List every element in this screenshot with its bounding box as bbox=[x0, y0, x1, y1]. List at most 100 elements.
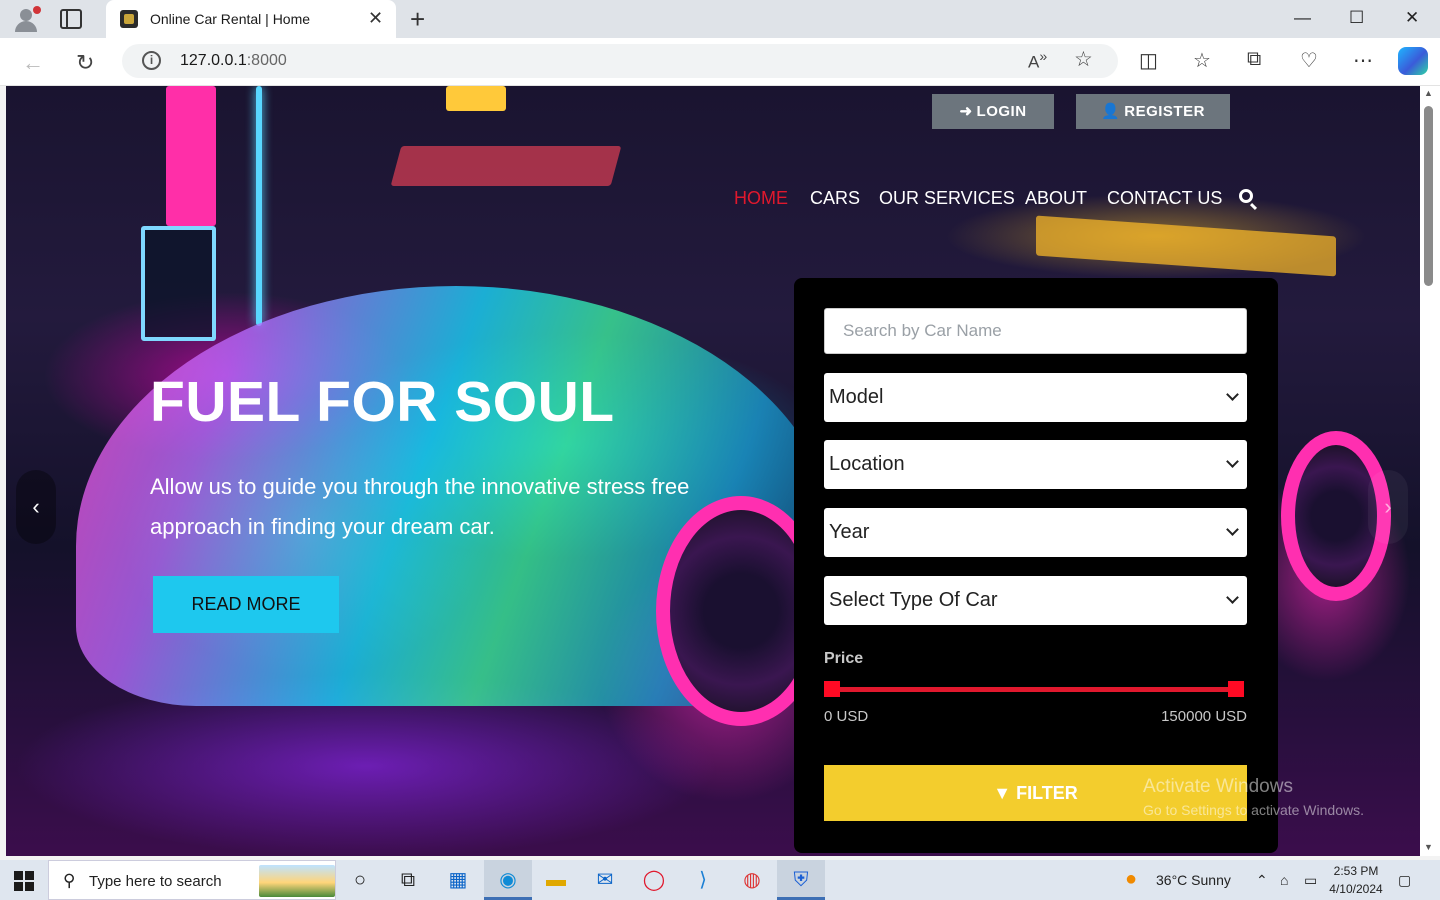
scrollbar-thumb[interactable] bbox=[1424, 106, 1433, 286]
favorite-star-icon[interactable]: ☆ bbox=[1074, 47, 1093, 72]
nav-contact-us[interactable]: CONTACT US bbox=[1107, 188, 1222, 209]
nav-home[interactable]: HOME bbox=[734, 188, 788, 209]
opera-icon[interactable]: ◯ bbox=[630, 860, 678, 900]
close-tab-icon[interactable]: ✕ bbox=[368, 8, 383, 29]
chevron-down-icon bbox=[1226, 523, 1239, 536]
car-type-select-value: Select Type Of Car bbox=[829, 589, 998, 611]
filter-funnel-icon: ▼ bbox=[993, 783, 1012, 803]
weather-sun-icon: ● bbox=[1125, 868, 1138, 890]
price-min-handle[interactable] bbox=[824, 681, 840, 697]
user-plus-icon: 👤 bbox=[1101, 103, 1121, 120]
site-info-icon[interactable]: i bbox=[142, 51, 161, 70]
favorites-icon[interactable]: ☆ bbox=[1193, 48, 1211, 73]
model-select[interactable]: Model bbox=[824, 373, 1247, 422]
taskbar-search-box[interactable]: ⚲ Type here to search bbox=[48, 860, 336, 900]
car-type-select[interactable]: Select Type Of Car bbox=[824, 576, 1247, 625]
search-icon: ⚲ bbox=[63, 871, 76, 890]
copilot-icon[interactable] bbox=[1398, 47, 1428, 75]
display-icon[interactable]: ▭ bbox=[1304, 872, 1317, 889]
show-hidden-icons-chevron-icon[interactable]: ⌃ bbox=[1256, 872, 1268, 889]
url-text[interactable]: 127.0.0.1:8000 bbox=[180, 52, 287, 70]
login-button[interactable]: ➜ LOGIN bbox=[932, 94, 1054, 129]
carousel-next-icon[interactable]: › bbox=[1368, 470, 1408, 544]
price-max-handle[interactable] bbox=[1228, 681, 1244, 697]
activate-windows-watermark: Activate Windows Go to Settings to activ… bbox=[1143, 776, 1364, 818]
price-label: Price bbox=[824, 650, 864, 667]
location-select[interactable]: Location bbox=[824, 440, 1247, 489]
nav-about[interactable]: ABOUT bbox=[1025, 188, 1087, 209]
close-window-button[interactable]: ✕ bbox=[1405, 8, 1419, 28]
page-viewport: ➜ LOGIN 👤 REGISTER HOME CARS OUR SERVICES … bbox=[6, 86, 1420, 856]
nav-cars[interactable]: CARS bbox=[810, 188, 860, 209]
neon-tube-shape bbox=[256, 86, 262, 326]
chevron-down-icon bbox=[1226, 591, 1239, 604]
windows-start-icon[interactable] bbox=[14, 871, 34, 891]
price-min-value: 0 USD bbox=[824, 708, 869, 725]
more-menu-icon[interactable]: ⋯ bbox=[1353, 48, 1373, 73]
search-icon[interactable] bbox=[1239, 189, 1253, 203]
edge-browser-icon[interactable]: ◉ bbox=[484, 860, 532, 900]
network-icon[interactable]: ⌂ bbox=[1280, 872, 1288, 888]
microsoft-store-icon[interactable]: ▦ bbox=[434, 860, 482, 900]
weather-text[interactable]: 36°C Sunny bbox=[1156, 872, 1231, 888]
read-more-button[interactable]: READ MORE bbox=[153, 576, 339, 633]
maximize-button[interactable]: ☐ bbox=[1349, 8, 1364, 28]
carousel-prev-icon[interactable]: ‹ bbox=[16, 470, 56, 544]
chevron-down-icon bbox=[1226, 388, 1239, 401]
browser-tab[interactable]: Online Car Rental | Home ✕ bbox=[106, 0, 396, 38]
browser-essentials-icon[interactable]: ♡ bbox=[1300, 48, 1318, 73]
location-select-value: Location bbox=[829, 453, 905, 475]
sign-in-icon: ➜ bbox=[959, 103, 973, 120]
filter-button-label: FILTER bbox=[1016, 783, 1078, 803]
neon-red-sign-shape bbox=[390, 146, 622, 186]
hero-subtitle: Allow us to guide you through the innova… bbox=[150, 474, 690, 539]
site-favicon-icon bbox=[120, 10, 138, 28]
file-explorer-icon[interactable]: ▬ bbox=[532, 860, 580, 900]
model-select-value: Model bbox=[829, 386, 884, 408]
clock-time: 2:53 PM bbox=[1333, 864, 1379, 878]
new-tab-button[interactable]: + bbox=[410, 4, 425, 35]
car-name-search-input[interactable] bbox=[824, 308, 1247, 354]
taskbar-search-placeholder: Type here to search bbox=[89, 873, 222, 890]
hero-title: FUEL FOR SOUL bbox=[150, 370, 615, 434]
security-shield-icon[interactable]: ⛨ bbox=[777, 860, 825, 900]
chrome-icon[interactable]: ◍ bbox=[728, 860, 776, 900]
page-scrollbar[interactable]: ▲ ▼ bbox=[1420, 86, 1440, 856]
register-label: REGISTER bbox=[1124, 103, 1205, 120]
watermark-line1: Activate Windows bbox=[1143, 776, 1293, 797]
vscode-icon[interactable]: ⟩ bbox=[679, 860, 727, 900]
notifications-icon[interactable]: ▢ bbox=[1398, 872, 1411, 889]
system-clock[interactable]: 2:53 PM 4/10/2024 bbox=[1326, 862, 1386, 898]
windows-taskbar: ⚲ Type here to search ○ ⧉ ▦ ◉ ▬ ✉ ◯ ⟩ ◍ … bbox=[0, 860, 1440, 900]
read-aloud-icon[interactable]: A» bbox=[1028, 49, 1047, 73]
neon-yellow-sign-shape bbox=[446, 86, 506, 111]
minimize-button[interactable]: — bbox=[1294, 8, 1311, 28]
price-range-track[interactable] bbox=[832, 687, 1236, 692]
search-highlight-image bbox=[259, 865, 335, 897]
task-view-icon[interactable]: ⧉ bbox=[384, 860, 432, 900]
tab-title: Online Car Rental | Home bbox=[150, 11, 311, 27]
split-screen-icon[interactable]: ◫ bbox=[1139, 48, 1158, 73]
neon-screen-shape bbox=[141, 226, 216, 341]
refresh-icon[interactable]: ↻ bbox=[76, 50, 94, 76]
cortana-icon[interactable]: ○ bbox=[336, 860, 384, 900]
tab-actions-icon[interactable] bbox=[60, 9, 82, 29]
nav-our-services[interactable]: OUR SERVICES bbox=[879, 188, 1015, 209]
clock-date: 4/10/2024 bbox=[1329, 882, 1383, 896]
profile-icon[interactable] bbox=[12, 6, 41, 32]
year-select[interactable]: Year bbox=[824, 508, 1247, 557]
neon-sign-shape bbox=[166, 86, 216, 226]
scroll-down-icon[interactable]: ▼ bbox=[1424, 842, 1433, 852]
collections-icon[interactable]: ⧉ bbox=[1247, 48, 1261, 71]
login-label: LOGIN bbox=[976, 103, 1027, 120]
watermark-line2: Go to Settings to activate Windows. bbox=[1143, 802, 1364, 818]
mail-icon[interactable]: ✉ bbox=[581, 860, 629, 900]
register-button[interactable]: 👤 REGISTER bbox=[1076, 94, 1230, 129]
address-bar[interactable]: i 127.0.0.1:8000 A» ☆ bbox=[122, 44, 1118, 78]
scroll-up-icon[interactable]: ▲ bbox=[1424, 88, 1433, 98]
chevron-down-icon bbox=[1226, 455, 1239, 468]
year-select-value: Year bbox=[829, 521, 870, 543]
neon-canopy-shape bbox=[1036, 215, 1336, 277]
browser-tab-bar: Online Car Rental | Home ✕ + — ☐ ✕ bbox=[0, 0, 1440, 38]
back-icon[interactable]: ← bbox=[22, 50, 44, 76]
